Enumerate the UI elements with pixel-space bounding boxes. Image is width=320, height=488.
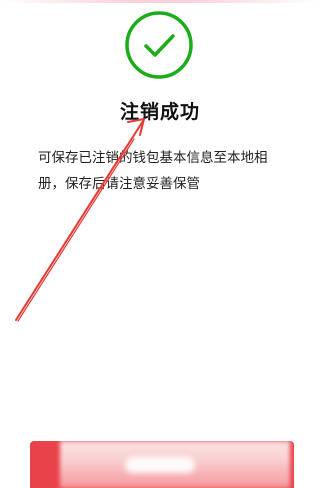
description-line-2: 册，保存后请注意妥善保管 bbox=[38, 176, 200, 192]
check-circle-icon bbox=[125, 11, 193, 79]
top-accent-bar bbox=[0, 0, 320, 3]
screen: 注销成功 可保存已注销的钱包基本信息至本地相 册，保存后请注意妥善保管 bbox=[0, 0, 320, 488]
description-line-1: 可保存已注销的钱包基本信息至本地相 bbox=[38, 150, 268, 166]
blurred-button-label bbox=[125, 457, 195, 473]
save-to-album-button[interactable] bbox=[30, 441, 294, 488]
description-text: 可保存已注销的钱包基本信息至本地相 册，保存后请注意妥善保管 bbox=[38, 145, 288, 197]
page-title: 注销成功 bbox=[119, 101, 200, 123]
